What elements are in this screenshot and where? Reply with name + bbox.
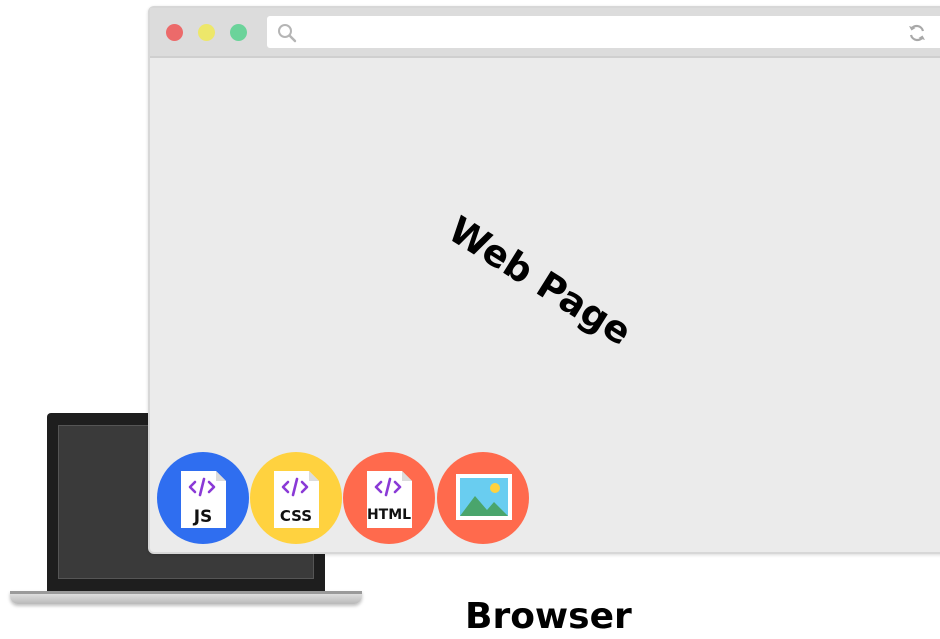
maximize-window-button[interactable] <box>230 24 247 41</box>
css-file-icon: CSS <box>250 452 342 544</box>
js-label: JS <box>193 507 213 527</box>
css-label: CSS <box>279 507 313 525</box>
address-bar[interactable] <box>267 16 940 48</box>
browser-caption: Browser <box>465 596 632 637</box>
image-file-icon <box>437 452 529 544</box>
reload-icon[interactable] <box>907 23 927 43</box>
close-window-button[interactable] <box>166 24 183 41</box>
js-file-icon: JS <box>157 452 249 544</box>
browser-titlebar <box>150 8 940 58</box>
html-file-icon: HTML <box>343 452 435 544</box>
search-icon <box>278 24 297 43</box>
laptop-base <box>10 591 362 604</box>
html-label: HTML <box>366 507 412 523</box>
minimize-window-button[interactable] <box>198 24 215 41</box>
